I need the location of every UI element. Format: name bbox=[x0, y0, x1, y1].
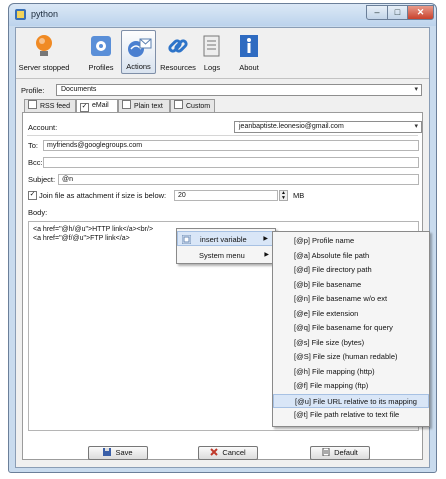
variable-item[interactable]: [@d] File directory path bbox=[273, 263, 429, 278]
toolbar-resources-button[interactable]: Resources bbox=[159, 30, 197, 74]
menu-item-label: insert variable bbox=[200, 235, 247, 244]
logs-icon bbox=[203, 35, 220, 57]
chevron-down-icon: ▾ bbox=[414, 86, 418, 93]
maximize-button[interactable]: □ bbox=[387, 5, 408, 20]
variable-item[interactable]: [@s] File size (bytes) bbox=[273, 336, 429, 351]
variable-item[interactable]: [@S] File size (human redable) bbox=[273, 350, 429, 365]
account-select[interactable]: jeanbaptiste.leonesio@gmail.com ▾ bbox=[234, 121, 422, 133]
variable-item[interactable]: [@p] Profile name bbox=[273, 234, 429, 249]
app-window: python – □ ✕ Server stopped Profiles Act… bbox=[8, 3, 437, 473]
main-client: Server stopped Profiles Actions Resource… bbox=[15, 27, 430, 468]
default-button[interactable]: Default bbox=[310, 446, 370, 460]
window-title: python bbox=[31, 9, 59, 19]
attach-checkbox[interactable]: ✓ bbox=[28, 191, 37, 200]
variable-item[interactable]: [@a] Absolute file path bbox=[273, 249, 429, 264]
title-bar: python – □ ✕ bbox=[9, 4, 436, 26]
toolbar-about-button[interactable]: About bbox=[236, 30, 262, 74]
variable-icon bbox=[182, 235, 191, 244]
toolbar-label: About bbox=[239, 63, 259, 72]
save-label: Save bbox=[115, 448, 133, 457]
save-button[interactable]: Save bbox=[88, 446, 148, 460]
toolbar-profiles-button[interactable]: Profiles bbox=[86, 30, 116, 74]
menu-item-label: System menu bbox=[199, 251, 245, 260]
toolbar-label: Actions bbox=[126, 62, 151, 71]
attach-size-value: 20 bbox=[178, 192, 186, 199]
toolbar-label: Logs bbox=[203, 63, 221, 72]
bcc-label: Bcc: bbox=[28, 158, 43, 167]
cancel-icon bbox=[210, 448, 219, 456]
profile-select[interactable]: Documents ▾ bbox=[56, 84, 422, 96]
tab-label: Plain text bbox=[134, 103, 163, 110]
attach-size-stepper[interactable]: ▲ ▼ bbox=[279, 190, 288, 201]
variable-item[interactable]: [@u] File URL relative to its mapping bbox=[273, 393, 429, 408]
cancel-label: Cancel bbox=[222, 448, 246, 457]
variables-submenu: [@p] Profile name [@a] Absolute file pat… bbox=[272, 231, 430, 427]
tab-label: eMail bbox=[92, 102, 109, 109]
cancel-button[interactable]: Cancel bbox=[198, 446, 258, 460]
info-icon bbox=[240, 35, 258, 57]
variable-item[interactable]: [@q] File basename for query bbox=[273, 321, 429, 336]
toolbar-divider bbox=[16, 78, 429, 79]
body-label: Body: bbox=[28, 208, 48, 217]
variable-item[interactable]: [@f] File mapping (ftp) bbox=[273, 379, 429, 394]
variable-item[interactable]: [@n] File basename w/o ext bbox=[273, 292, 429, 307]
floppy-icon bbox=[103, 448, 112, 456]
variable-item[interactable]: [@h] File mapping (http) bbox=[273, 365, 429, 380]
account-label: Account: bbox=[28, 123, 58, 132]
chevron-right-icon: ▶ bbox=[264, 252, 269, 258]
attach-label: Join file as attachment if size is below… bbox=[39, 191, 167, 200]
subject-label: Subject: bbox=[28, 175, 56, 184]
bcc-field[interactable] bbox=[43, 157, 419, 168]
minimize-button[interactable]: – bbox=[366, 5, 388, 20]
context-menu: insert variable ▶ System menu ▶ bbox=[176, 228, 276, 264]
checkbox-icon bbox=[28, 100, 37, 109]
link-icon bbox=[168, 39, 188, 53]
toolbar: Server stopped Profiles Actions Resource… bbox=[16, 28, 429, 78]
checkbox-checked-icon: ✓ bbox=[80, 103, 89, 112]
tab-label: Custom bbox=[186, 103, 211, 110]
subject-value: @n bbox=[62, 176, 73, 183]
toolbar-label: Server stopped bbox=[18, 63, 70, 72]
variable-item[interactable]: [@e] File extension bbox=[273, 307, 429, 322]
toolbar-label: Profiles bbox=[88, 63, 114, 72]
profile-label: Profile: bbox=[21, 86, 45, 95]
tab-rss-feed[interactable]: RSS feed bbox=[24, 99, 76, 112]
close-button[interactable]: ✕ bbox=[407, 5, 434, 20]
lightbulb-icon bbox=[36, 35, 52, 56]
gear-icon bbox=[91, 36, 111, 56]
subject-field[interactable]: @n bbox=[58, 174, 419, 185]
toolbar-label: Resources bbox=[160, 63, 196, 72]
chevron-right-icon: ▶ bbox=[263, 236, 268, 242]
attach-unit: MB bbox=[293, 191, 305, 200]
python-app-icon bbox=[15, 9, 26, 20]
menu-item-insert-variable[interactable]: insert variable ▶ bbox=[177, 231, 275, 246]
to-value: myfriends@googlegroups.com bbox=[47, 142, 143, 149]
checkbox-icon bbox=[122, 100, 131, 109]
menu-item-system-menu[interactable]: System menu ▶ bbox=[177, 248, 275, 263]
variable-item[interactable]: [@t] File path relative to text file bbox=[273, 408, 429, 423]
actions-icon bbox=[127, 38, 151, 57]
document-icon bbox=[322, 448, 330, 456]
to-field[interactable]: myfriends@googlegroups.com bbox=[43, 140, 419, 151]
default-label: Default bbox=[334, 448, 358, 457]
tab-email[interactable]: ✓ eMail bbox=[76, 99, 118, 113]
tab-custom[interactable]: Custom bbox=[170, 99, 215, 112]
to-label: To: bbox=[28, 141, 39, 150]
toolbar-actions-button[interactable]: Actions bbox=[121, 30, 156, 74]
account-value: jeanbaptiste.leonesio@gmail.com bbox=[239, 123, 344, 130]
checkbox-icon bbox=[174, 100, 183, 109]
divider bbox=[27, 135, 418, 136]
toolbar-logs-button[interactable]: Logs bbox=[199, 30, 225, 74]
variable-item[interactable]: [@b] File basename bbox=[273, 278, 429, 293]
profile-value: Documents bbox=[61, 86, 97, 93]
chevron-down-icon: ▾ bbox=[414, 123, 418, 130]
tab-label: RSS feed bbox=[40, 103, 70, 110]
toolbar-server-button[interactable]: Server stopped bbox=[18, 30, 70, 74]
tab-plain-text[interactable]: Plain text bbox=[118, 99, 170, 112]
attach-size-field[interactable]: 20 bbox=[174, 190, 278, 201]
